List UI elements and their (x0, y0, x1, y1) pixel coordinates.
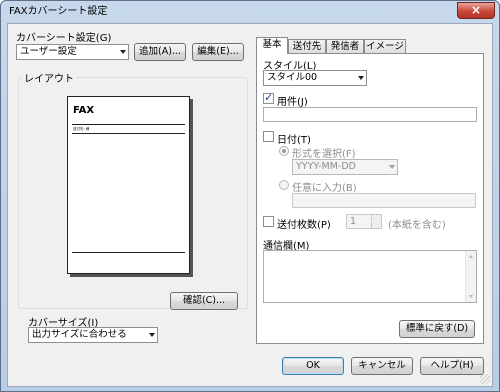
close-button[interactable]: × (457, 2, 495, 19)
edit-button[interactable]: 編集(E)... (192, 43, 244, 61)
subject-label: 用件(J) (277, 97, 308, 108)
style-select[interactable]: スタイル00 (263, 70, 367, 86)
resize-grip-icon[interactable] (480, 374, 490, 384)
subject-checkbox[interactable] (263, 91, 274, 104)
chevron-down-icon (358, 76, 364, 80)
cover-size-select[interactable]: 出力サイズに合わせる (28, 327, 158, 343)
date-label: 日付(T) (277, 135, 311, 146)
add-button[interactable]: 追加(A)... (134, 43, 186, 61)
cover-sheet-preview: FAX 送付先: 様 (67, 96, 190, 274)
date-format-value: YYYY-MM-DD (296, 161, 356, 172)
date-format-radio[interactable] (279, 146, 289, 156)
cover-sheet-setting-select[interactable]: ユーザー設定 (16, 44, 129, 60)
tab-image[interactable]: イメージ (364, 39, 406, 54)
date-checkbox[interactable] (263, 131, 274, 142)
stepper-up-icon[interactable] (371, 215, 381, 221)
tab-recipient[interactable]: 送付先 (288, 39, 326, 54)
chevron-down-icon (389, 165, 395, 169)
preview-fax-title: FAX (73, 105, 95, 116)
preview-rule-middle (72, 133, 185, 134)
pages-stepper[interactable]: 1 (346, 214, 382, 229)
preview-rule-bottom (72, 252, 185, 253)
tab-basic[interactable]: 基本 (256, 37, 288, 54)
date-custom-label: 任意に入力(B) (292, 183, 357, 194)
scroll-down-icon[interactable] (469, 295, 473, 298)
pages-label: 送付枚数(P) (277, 220, 331, 231)
close-icon: × (470, 3, 482, 17)
subject-input[interactable] (263, 107, 477, 122)
comment-textarea[interactable] (263, 250, 477, 303)
layout-group-title: レイアウト (22, 70, 76, 85)
confirm-button[interactable]: 確認(C)... (170, 292, 238, 310)
stepper-down-icon[interactable] (371, 222, 381, 228)
tab-sender[interactable]: 発信者 (326, 39, 364, 54)
style-value: スタイル00 (267, 72, 318, 83)
title-bar[interactable]: FAXカバーシート設定 × (1, 1, 499, 23)
dialog-client-area: カバーシート設定(G) ユーザー設定 追加(A)... 編集(E)... レイア… (7, 23, 493, 387)
date-custom-input[interactable] (292, 193, 476, 208)
pages-value: 1 (350, 216, 357, 227)
preview-rule-top (72, 124, 185, 125)
help-button[interactable]: ヘルプ(H) (420, 357, 484, 375)
comment-scrollbar[interactable] (465, 251, 476, 302)
cover-sheet-setting-label: カバーシート設定(G) (16, 33, 112, 44)
preview-recipient-text: 送付先: 様 (73, 127, 90, 131)
ok-button[interactable]: OK (282, 357, 344, 375)
window-title: FAXカバーシート設定 (9, 6, 108, 17)
date-format-label: 形式を選択(F) (292, 149, 356, 160)
pages-note: (本紙を含む) (388, 220, 446, 231)
fax-cover-sheet-dialog: FAXカバーシート設定 × カバーシート設定(G) ユーザー設定 追加(A)..… (0, 0, 500, 392)
date-custom-radio[interactable] (279, 180, 289, 190)
scroll-up-icon[interactable] (469, 255, 473, 258)
cover-sheet-setting-value: ユーザー設定 (20, 46, 77, 57)
chevron-down-icon (120, 50, 126, 54)
cancel-button[interactable]: キャンセル (351, 357, 413, 375)
pages-checkbox[interactable] (263, 216, 274, 227)
chevron-down-icon (149, 333, 155, 337)
restore-default-button[interactable]: 標準に戻す(D) (399, 320, 475, 338)
basic-tab-panel: スタイル(L) スタイル00 用件(J) 日付(T) 形式を選択(F) YYYY… (256, 53, 484, 344)
date-format-select[interactable]: YYYY-MM-DD (292, 159, 398, 175)
cover-size-value: 出力サイズに合わせる (32, 329, 127, 340)
